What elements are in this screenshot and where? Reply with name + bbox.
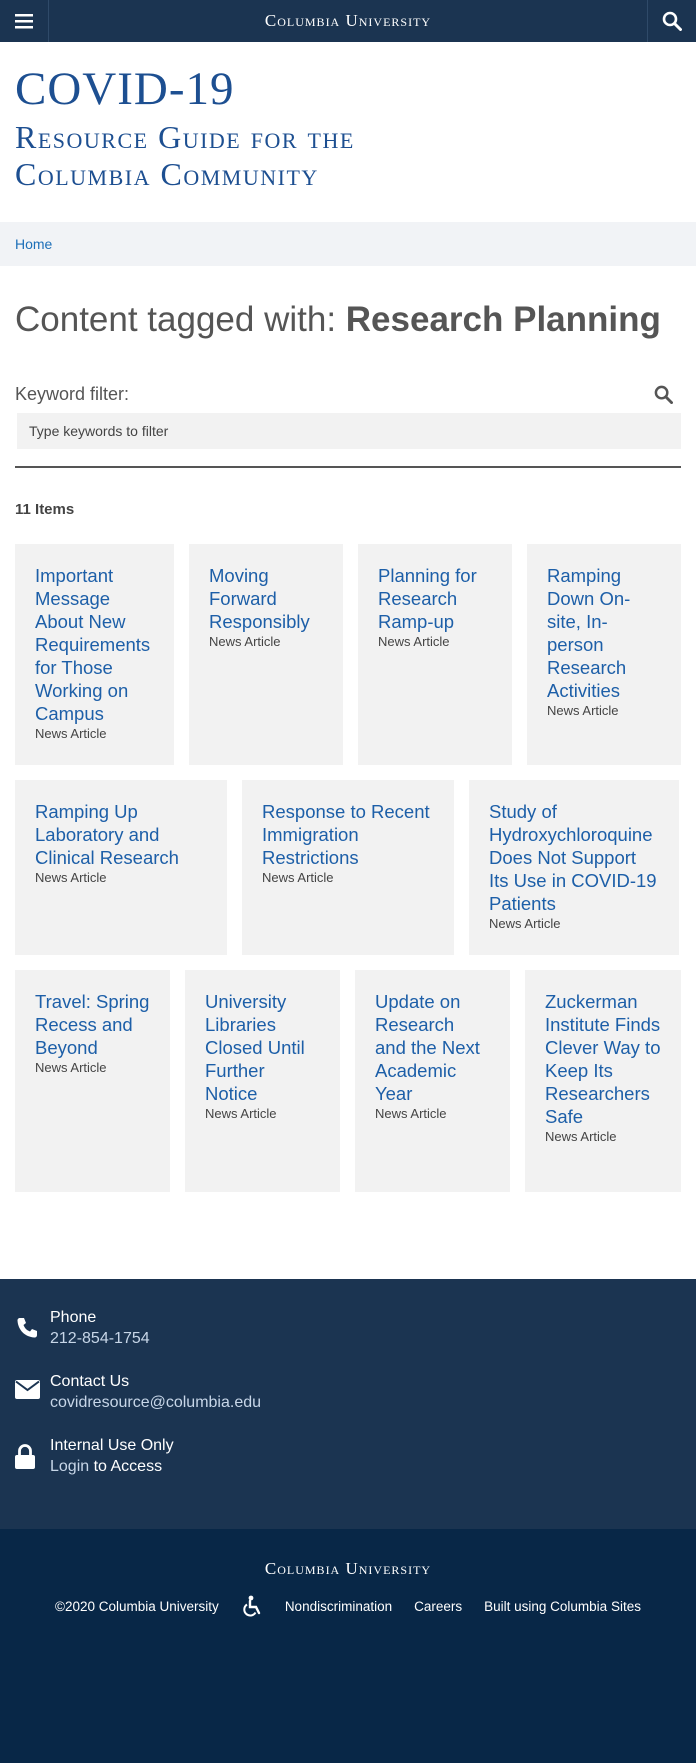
card-title-link[interactable]: Important Message About New Requirements… <box>35 564 154 725</box>
phone-label: Phone <box>50 1309 97 1326</box>
card-title-link[interactable]: Travel: Spring Recess and Beyond <box>35 990 150 1059</box>
content-card[interactable]: Study of Hydroxychloroquine Does Not Sup… <box>469 780 679 955</box>
careers-link[interactable]: Careers <box>414 1599 462 1614</box>
login-suffix: to Access <box>89 1458 163 1475</box>
content-card[interactable]: Update on Research and the Next Academic… <box>355 970 510 1192</box>
card-type: News Article <box>375 1106 447 1121</box>
breadcrumb: Home <box>0 222 696 266</box>
card-title-link[interactable]: Moving Forward Responsibly <box>209 564 323 633</box>
site-title[interactable]: COVID-19 <box>15 66 681 113</box>
copyright-text: ©2020 Columbia University <box>55 1598 219 1614</box>
card-type: News Article <box>378 634 450 649</box>
university-brand[interactable]: Columbia University <box>49 11 696 31</box>
footer-phone: Phone 212-854-1754 <box>15 1308 681 1350</box>
contact-footer: Phone 212-854-1754 Contact Us covidresou… <box>0 1279 696 1529</box>
content-card[interactable]: Travel: Spring Recess and Beyond News Ar… <box>15 970 170 1192</box>
site-header: COVID-19 Resource Guide for the Columbia… <box>0 42 696 222</box>
card-type: News Article <box>35 870 107 885</box>
card-title-link[interactable]: Response to Recent Immigration Restricti… <box>262 800 434 869</box>
content-card[interactable]: Zuckerman Institute Finds Clever Way to … <box>525 970 681 1192</box>
card-title-link[interactable]: Ramping Down On-site, In-person Research… <box>547 564 661 702</box>
search-icon[interactable] <box>654 385 673 404</box>
card-type: News Article <box>205 1106 277 1121</box>
content-card[interactable]: Response to Recent Immigration Restricti… <box>242 780 454 955</box>
page-title-tag: Research Planning <box>345 300 661 339</box>
page-title-prefix: Content tagged with: <box>15 300 346 339</box>
phone-icon <box>17 1318 37 1338</box>
content-grid: Important Message About New Requirements… <box>0 544 696 1192</box>
internal-label: Internal Use Only <box>50 1437 174 1454</box>
content-card[interactable]: Moving Forward Responsibly News Article <box>189 544 343 765</box>
site-subtitle-line2: Columbia Community <box>15 155 319 192</box>
card-type: News Article <box>545 1129 617 1144</box>
card-title-link[interactable]: Planning for Research Ramp-up <box>378 564 492 633</box>
footer-internal: Internal Use Only Login to Access <box>15 1436 681 1478</box>
footer-university-brand[interactable]: Columbia University <box>0 1559 696 1579</box>
keyword-filter: Keyword filter: <box>15 384 681 449</box>
columbia-sites-link[interactable]: Built using Columbia Sites <box>484 1599 641 1614</box>
lock-icon <box>15 1444 35 1469</box>
site-subtitle[interactable]: Resource Guide for the Columbia Communit… <box>15 119 681 193</box>
content-card[interactable]: Planning for Research Ramp-up News Artic… <box>358 544 512 765</box>
content-card[interactable]: University Libraries Closed Until Furthe… <box>185 970 340 1192</box>
item-count: 11 Items <box>15 501 75 518</box>
card-title-link[interactable]: Update on Research and the Next Academic… <box>375 990 490 1105</box>
breadcrumb-home-link[interactable]: Home <box>15 236 52 252</box>
card-title-link[interactable]: Zuckerman Institute Finds Clever Way to … <box>545 990 661 1128</box>
menu-button[interactable] <box>0 0 49 42</box>
keyword-filter-input[interactable] <box>17 413 681 449</box>
content-card[interactable]: Ramping Down On-site, In-person Research… <box>527 544 681 765</box>
card-type: News Article <box>35 726 107 741</box>
keyword-filter-label: Keyword filter: <box>15 384 130 404</box>
site-subtitle-line1: Resource Guide for the <box>15 119 355 155</box>
contact-label: Contact Us <box>50 1373 130 1390</box>
envelope-icon <box>15 1380 40 1399</box>
card-title-link[interactable]: Study of Hydroxychloroquine Does Not Sup… <box>489 800 659 915</box>
bottom-footer: Columbia University ©2020 Columbia Unive… <box>0 1529 696 1763</box>
card-type: News Article <box>209 634 281 649</box>
content-card[interactable]: Important Message About New Requirements… <box>15 544 174 765</box>
card-title-link[interactable]: Ramping Up Laboratory and Clinical Resea… <box>35 800 207 869</box>
search-button[interactable] <box>647 0 696 42</box>
login-link[interactable]: Login <box>50 1458 89 1475</box>
footer-contact: Contact Us covidresource@columbia.edu <box>15 1372 681 1414</box>
card-type: News Article <box>262 870 334 885</box>
card-type: News Article <box>35 1060 107 1075</box>
phone-number[interactable]: 212-854-1754 <box>50 1328 150 1350</box>
accessibility-icon[interactable] <box>241 1595 263 1617</box>
hamburger-menu-icon <box>15 13 33 28</box>
page-title: Content tagged with: Research Planning <box>0 266 696 340</box>
card-type: News Article <box>547 703 619 718</box>
nondiscrimination-link[interactable]: Nondiscrimination <box>285 1599 392 1614</box>
content-card[interactable]: Ramping Up Laboratory and Clinical Resea… <box>15 780 227 955</box>
card-title-link[interactable]: University Libraries Closed Until Furthe… <box>205 990 320 1105</box>
contact-email[interactable]: covidresource@columbia.edu <box>50 1392 261 1414</box>
footer-links: ©2020 Columbia University Nondiscriminat… <box>0 1595 696 1617</box>
top-bar: Columbia University <box>0 0 696 42</box>
search-icon <box>662 11 682 31</box>
card-type: News Article <box>489 916 561 931</box>
